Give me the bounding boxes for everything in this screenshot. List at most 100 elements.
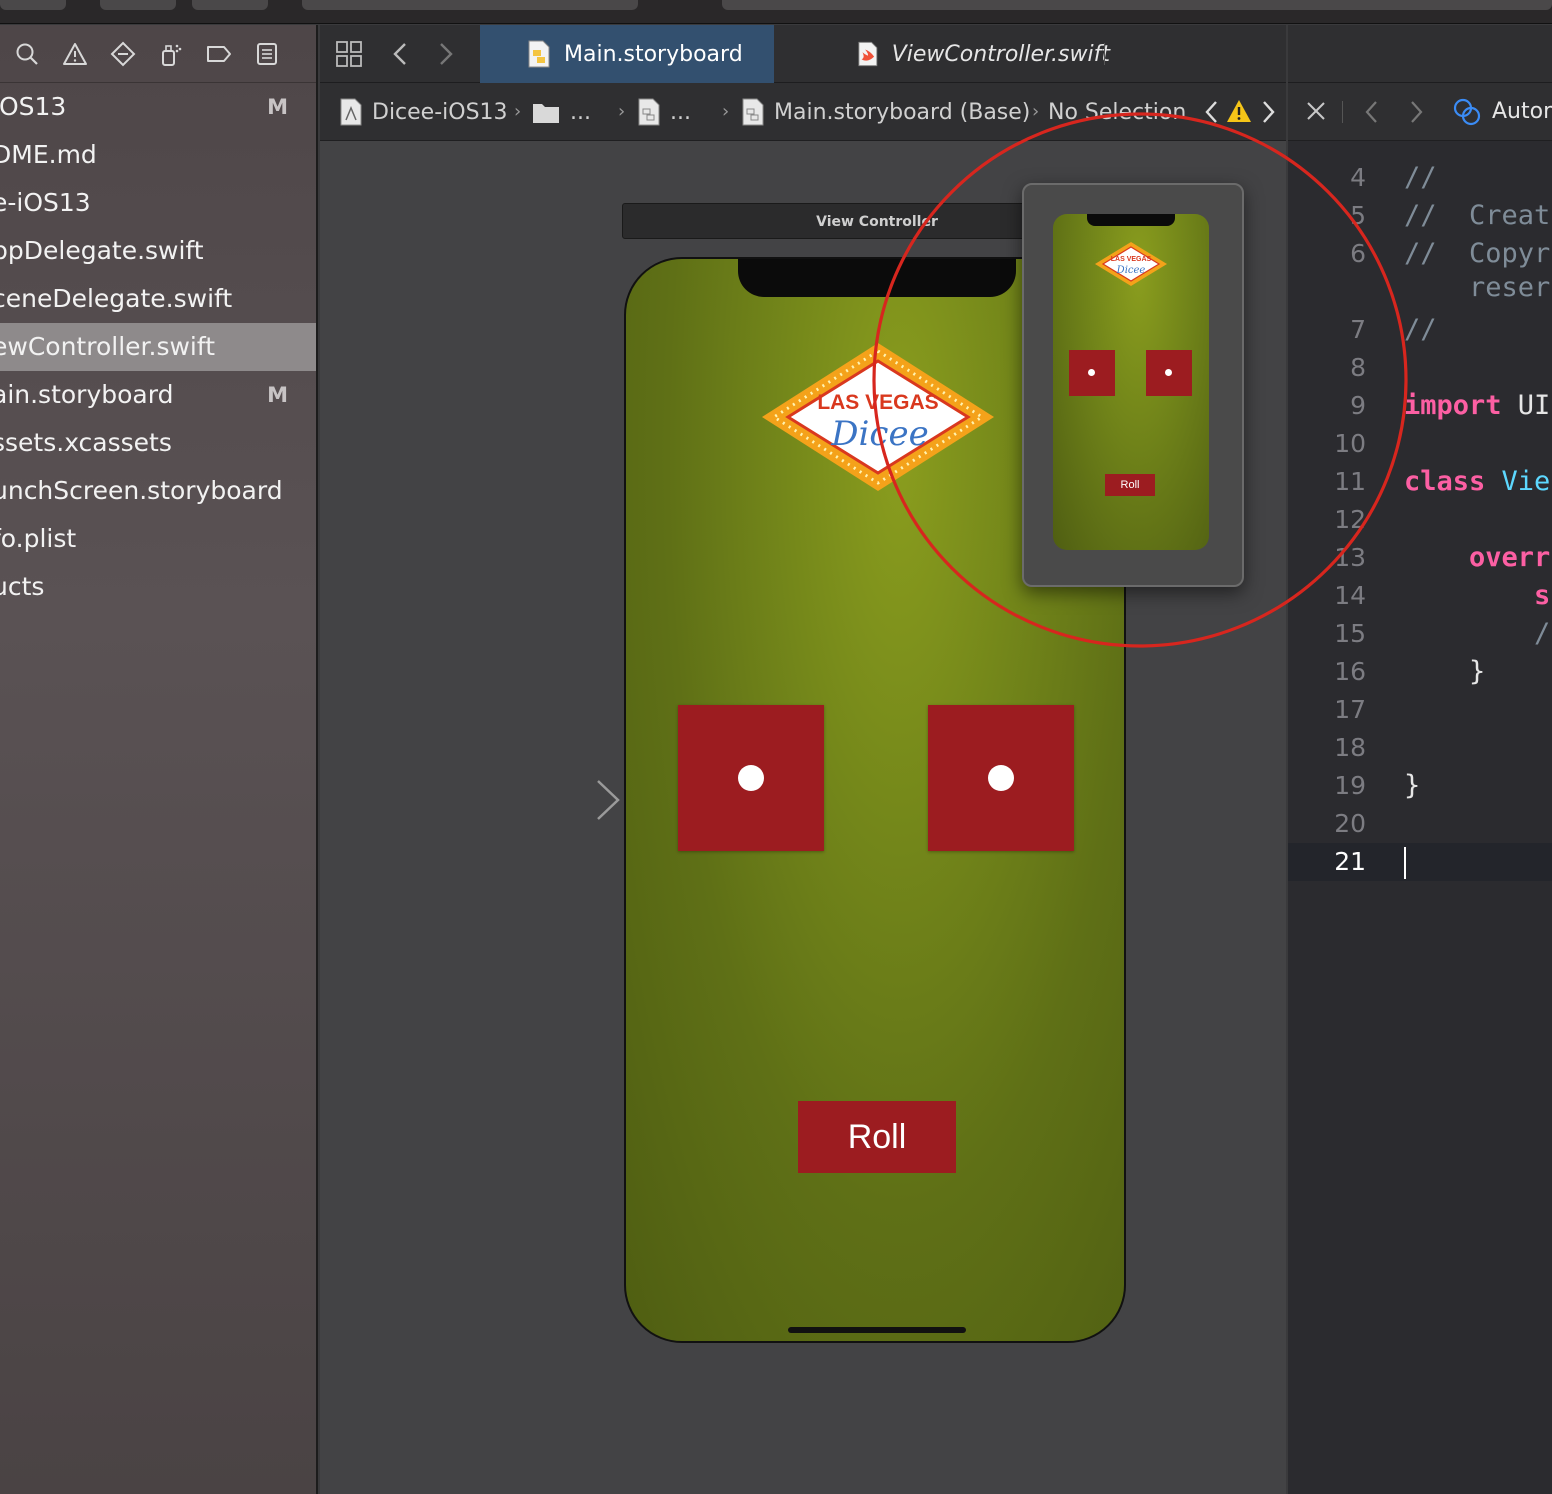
project-navigator: iOS13 M DME.md e-iOS13 ppDelegate.swift c… (0, 25, 318, 1494)
back-chevron-icon[interactable] (1362, 99, 1382, 125)
code-line[interactable]: 17 (1288, 691, 1552, 729)
warning-icon[interactable] (1226, 99, 1252, 123)
code-editor[interactable]: 4 // 5 // Creat 6 // Copyr reser 7 // 8 9 import U… (1288, 141, 1552, 1494)
file-row-products[interactable]: ucts (0, 563, 316, 611)
report-list-icon[interactable] (254, 41, 280, 67)
code-line[interactable]: 18 (1288, 729, 1552, 767)
dice-pip (1165, 369, 1172, 376)
jump-bar-group[interactable]: ... (638, 83, 691, 141)
code-line[interactable]: 19} (1288, 767, 1552, 805)
code-line[interactable]: reser (1288, 269, 1552, 307)
minimap-roll-button: Roll (1105, 474, 1155, 496)
file-row-project[interactable]: iOS13 M (0, 83, 316, 131)
previous-issue-chevron-icon[interactable] (1202, 99, 1222, 125)
code-line[interactable]: 14 s (1288, 577, 1552, 615)
code-line[interactable]: 11 class Vie (1288, 463, 1552, 501)
canvas-minimap[interactable]: LAS VEGAS Dicee Roll (1022, 183, 1244, 587)
file-row-group[interactable]: e-iOS13 (0, 179, 316, 227)
next-issue-chevron-icon[interactable] (1258, 99, 1278, 125)
right-dice-image[interactable] (928, 705, 1074, 851)
close-icon[interactable] (1304, 99, 1328, 123)
code-line[interactable]: 16 } (1288, 653, 1552, 691)
file-name: ppDelegate.swift (0, 236, 204, 265)
line-number: 8 (1350, 353, 1366, 382)
forward-chevron-icon[interactable] (1406, 99, 1426, 125)
folder-icon (533, 104, 559, 123)
file-row-assets[interactable]: ssets.xcassets (0, 419, 316, 467)
code-line[interactable]: 5 // Creat (1288, 197, 1552, 235)
file-row-info-plist[interactable]: fo.plist (0, 515, 316, 563)
jump-bar: Dicee-iOS13 › ... › ... › Main.storyboar… (320, 83, 1286, 141)
jump-bar-label: Dicee-iOS13 (372, 99, 508, 125)
code-line[interactable]: 6 // Copyr (1288, 235, 1552, 273)
toolbar-fragment (192, 0, 268, 10)
file-name: ssets.xcassets (0, 428, 172, 457)
code-line[interactable]: 8 (1288, 349, 1552, 387)
file-row-main-storyboard[interactable]: ain.storyboard M (0, 371, 316, 419)
roll-button[interactable]: Roll (798, 1101, 956, 1173)
code-line[interactable]: 20 (1288, 805, 1552, 843)
file-list: iOS13 M DME.md e-iOS13 ppDelegate.swift c… (0, 83, 316, 611)
file-row-readme[interactable]: DME.md (0, 131, 316, 179)
interface-builder-canvas[interactable]: View Controller LAS VEGAS Dicee Roll LAS… (320, 141, 1286, 1494)
line-number: 7 (1350, 315, 1366, 344)
line-number: 4 (1350, 163, 1366, 192)
file-name: ewController.swift (0, 332, 216, 361)
file-row-appdelegate[interactable]: ppDelegate.swift (0, 227, 316, 275)
related-items-grid-icon[interactable] (334, 39, 364, 69)
jump-bar-project[interactable]: Dicee-iOS13 (340, 83, 508, 141)
code-line[interactable]: 10 (1288, 425, 1552, 463)
code-line[interactable]: 15 / (1288, 615, 1552, 653)
file-name: fo.plist (0, 524, 77, 553)
tab-viewcontroller-swift[interactable]: ViewController.swift (810, 25, 1110, 83)
code-line[interactable]: 9 import UI (1288, 387, 1552, 425)
storyboard-editor: Main.storyboard ViewController.swift Dic… (320, 25, 1286, 1494)
back-chevron-icon[interactable] (386, 39, 416, 69)
jump-bar-label: ... (670, 99, 691, 125)
code-line[interactable]: 7 // (1288, 311, 1552, 349)
code-text: import UI (1404, 390, 1551, 421)
file-name: ain.storyboard (0, 380, 174, 409)
chevron-right-icon: › (514, 101, 522, 122)
chevron-right-icon: › (618, 101, 626, 122)
code-line[interactable]: 4 // (1288, 159, 1552, 197)
storyboard-file-icon (638, 98, 660, 126)
jump-bar-selection[interactable]: No Selection (1048, 83, 1186, 141)
file-name: ucts (0, 572, 45, 601)
storyboard-file-icon (528, 40, 550, 68)
search-icon[interactable] (14, 41, 40, 67)
initial-view-controller-arrow-icon[interactable] (500, 776, 624, 824)
assistant-editor: Autom 4 // 5 // Creat 6 // Copyr reser 7 // 8 9 im… (1288, 25, 1552, 1494)
jump-bar-label: Main.storyboard (Base) (774, 99, 1031, 125)
file-row-launchscreen[interactable]: unchScreen.storyboard (0, 467, 316, 515)
warning-icon[interactable] (62, 41, 88, 67)
chevron-right-icon: › (1032, 101, 1040, 122)
code-text: // (1404, 314, 1437, 345)
jump-bar-label: No Selection (1048, 99, 1187, 125)
file-row-scenedelegate[interactable]: ceneDelegate.swift (0, 275, 316, 323)
logo-subtitle-text: Dicee (830, 414, 928, 454)
jump-bar-file[interactable]: Main.storyboard (Base) (742, 83, 1030, 141)
test-diamond-icon[interactable] (110, 41, 136, 67)
tab-main-storyboard[interactable]: Main.storyboard (480, 25, 774, 83)
forward-chevron-icon[interactable] (430, 39, 460, 69)
file-name: e-iOS13 (0, 188, 91, 217)
code-line[interactable]: 12 (1288, 501, 1552, 539)
minimap-left-dice (1069, 350, 1115, 396)
code-text: } (1404, 770, 1421, 801)
tab-label: ViewController.swift (891, 41, 1110, 67)
las-vegas-dicee-logo: LAS VEGAS Dicee (1095, 242, 1167, 286)
breakpoint-tag-icon[interactable] (206, 41, 232, 67)
jump-bar-folder[interactable]: ... (532, 83, 591, 141)
file-row-viewcontroller[interactable]: ewController.swift (0, 323, 316, 371)
debug-spray-icon[interactable] (158, 41, 184, 67)
automatic-linked-rings-icon[interactable] (1452, 97, 1482, 127)
editor-tab-bar: Main.storyboard ViewController.swift (320, 25, 1286, 83)
code-line[interactable]: 13 overr (1288, 539, 1552, 577)
left-dice-image[interactable] (678, 705, 824, 851)
code-line[interactable]: 21 (1288, 843, 1552, 881)
assistant-mode-label[interactable]: Autom (1492, 83, 1552, 141)
minimap-scene-preview: LAS VEGAS Dicee Roll (1053, 214, 1209, 550)
toolbar-fragment (302, 0, 638, 10)
file-name: DME.md (0, 140, 97, 169)
